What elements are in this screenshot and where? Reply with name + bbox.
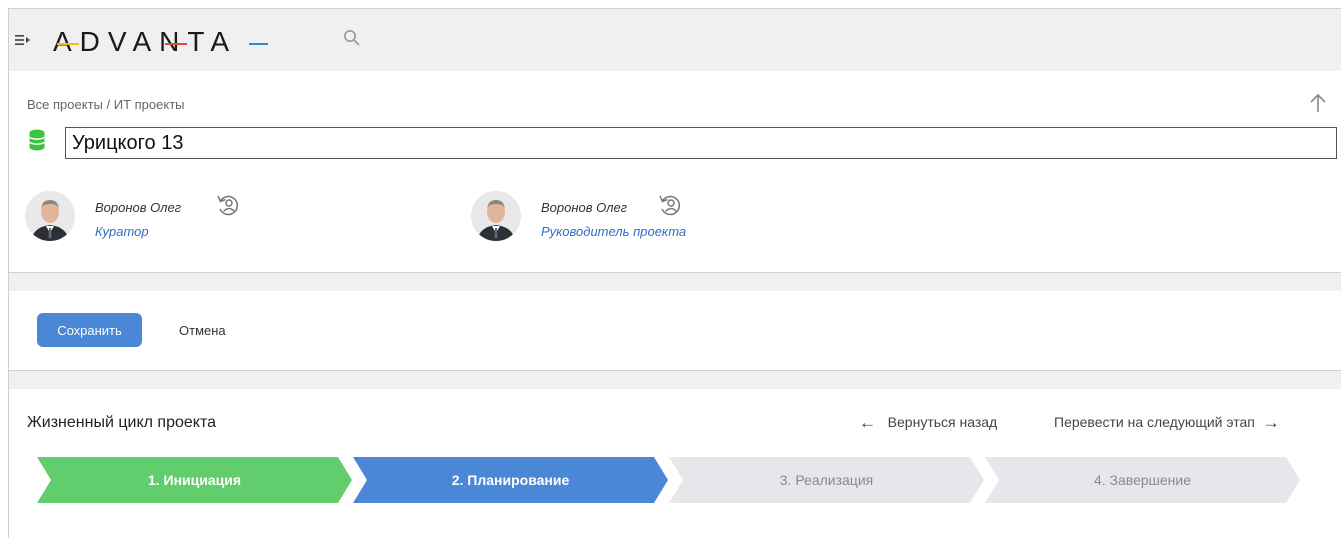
advanta-logo[interactable]: ADVANTA	[53, 27, 268, 55]
person-curator: Воронов Олег Куратор	[25, 191, 285, 247]
stage-completion[interactable]: 4. Завершение	[985, 457, 1300, 503]
stage-planning[interactable]: 2. Планирование	[353, 457, 668, 503]
person-role-link[interactable]: Руководитель проекта	[541, 224, 686, 239]
arrow-up-icon[interactable]	[1309, 93, 1327, 113]
lifecycle-card: Жизненный цикл проекта ← Вернуться назад…	[9, 389, 1341, 538]
app-frame: ADVANTA Все проекты / ИТ проекты Урицког…	[8, 8, 1341, 538]
project-title-input[interactable]	[65, 127, 1337, 159]
next-stage-link[interactable]: Перевести на следующий этап →	[1054, 413, 1280, 433]
person-swap-icon[interactable]	[215, 192, 241, 218]
person-swap-icon[interactable]	[657, 192, 683, 218]
person-project-manager: Воронов Олег Руководитель проекта	[471, 191, 771, 247]
person-name: Воронов Олег	[95, 200, 182, 215]
stage-label: 3. Реализация	[779, 472, 874, 488]
back-stage-link[interactable]: ← Вернуться назад	[859, 413, 997, 433]
database-icon	[29, 129, 45, 151]
save-button[interactable]: Сохранить	[37, 313, 142, 347]
person-name: Воронов Олег	[541, 200, 628, 215]
lifecycle-stages: 1. Инициация 2. Планирование 3. Реализац…	[37, 457, 1337, 505]
breadcrumb: Все проекты / ИТ проекты	[27, 97, 185, 112]
stage-initiation[interactable]: 1. Инициация	[37, 457, 352, 503]
avatar[interactable]	[471, 191, 521, 241]
breadcrumb-separator: /	[106, 97, 111, 112]
actions-card: Сохранить Отмена	[9, 291, 1341, 371]
stage-label: 4. Завершение	[1093, 472, 1191, 488]
cancel-button[interactable]: Отмена	[179, 323, 226, 338]
top-bar: ADVANTA	[9, 9, 1341, 71]
breadcrumb-current[interactable]: ИТ проекты	[114, 97, 185, 112]
stage-implementation[interactable]: 3. Реализация	[669, 457, 984, 503]
arrow-right-icon: →	[1262, 413, 1280, 432]
lifecycle-title: Жизненный цикл проекта	[27, 414, 216, 431]
stage-label: 2. Планирование	[451, 472, 570, 488]
stage-label: 1. Инициация	[147, 472, 242, 488]
arrow-left-icon: ←	[859, 413, 876, 432]
breadcrumb-root[interactable]: Все проекты	[27, 97, 103, 112]
project-header-card: Все проекты / ИТ проекты Урицкого 13 Вор…	[9, 71, 1341, 273]
person-role-link[interactable]: Куратор	[95, 224, 149, 239]
menu-expand-icon[interactable]	[15, 33, 31, 47]
search-icon[interactable]	[343, 29, 361, 47]
avatar[interactable]	[25, 191, 75, 241]
back-stage-label: Вернуться назад	[887, 414, 998, 430]
logo-text: ADVANTA	[53, 27, 237, 55]
next-stage-label: Перевести на следующий этап	[1054, 414, 1255, 430]
